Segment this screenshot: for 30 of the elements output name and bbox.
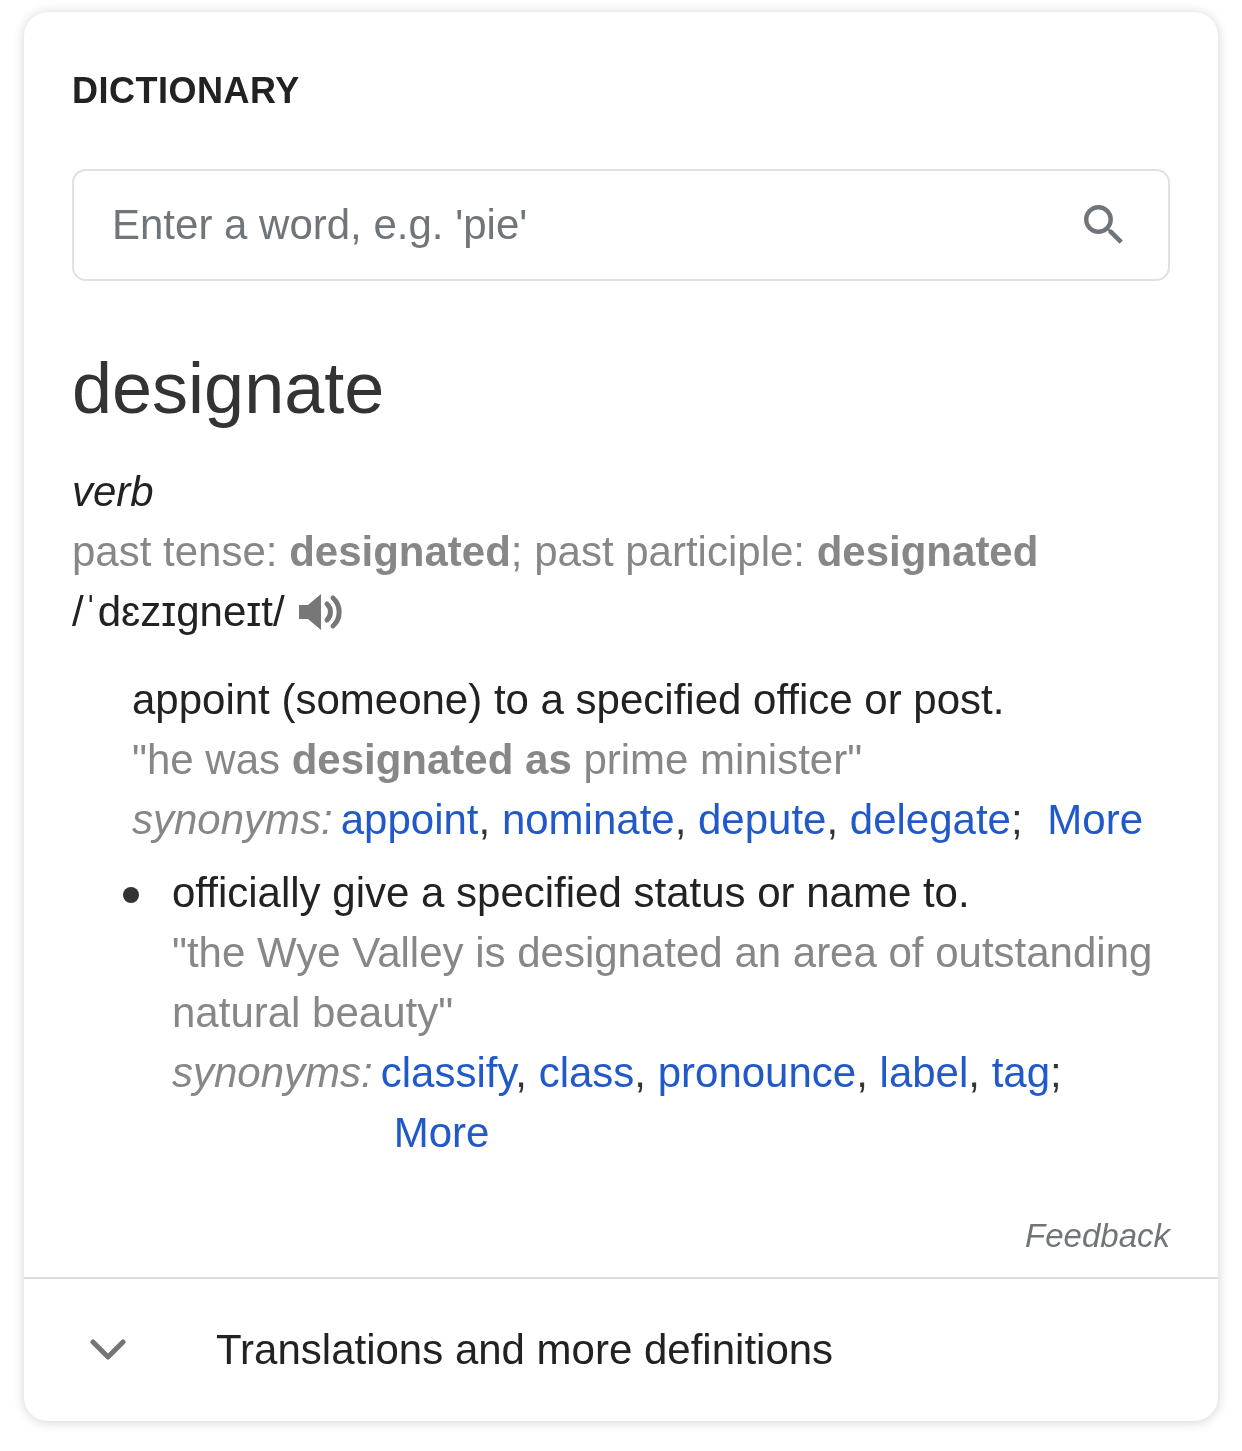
synonym-link[interactable]: nominate bbox=[501, 796, 675, 843]
synonym-link[interactable]: delegate bbox=[849, 796, 1011, 843]
synonym-link[interactable]: label bbox=[879, 1049, 969, 1096]
synonym-link[interactable]: depute bbox=[698, 796, 827, 843]
synonyms-label: synonyms: bbox=[132, 795, 333, 845]
definition-text: appoint (someone) to a specified office or post. bbox=[132, 675, 1006, 725]
example-sentence: "the Wye Valley is designated an area of outstanding natural beauty" bbox=[172, 928, 1154, 1038]
more-link[interactable]: More bbox=[393, 1103, 490, 1163]
pronunciation-text: /ˈdɛzɪɡneɪt/ bbox=[72, 587, 285, 637]
synonym-link[interactable]: classify bbox=[380, 1049, 516, 1096]
synonyms-list: appoint, nominate, depute, delegate; More bbox=[340, 790, 1170, 850]
bullet-icon bbox=[123, 887, 139, 903]
synonyms-list: classify, class, pronounce, label, tag; More bbox=[380, 1043, 1170, 1163]
more-link[interactable]: More bbox=[1047, 790, 1143, 850]
search-field[interactable]: Enter a word, e.g. 'pie' bbox=[72, 169, 1170, 281]
speaker-icon[interactable] bbox=[298, 593, 343, 631]
headword: designate bbox=[72, 347, 385, 430]
synonym-link[interactable]: appoint bbox=[340, 796, 479, 843]
synonym-link[interactable]: class bbox=[538, 1049, 635, 1096]
synonym-link[interactable]: pronounce bbox=[657, 1049, 857, 1096]
synonyms-label: synonyms: bbox=[172, 1048, 373, 1098]
example-sentence: "he was designated as prime minister" bbox=[132, 735, 864, 785]
part-of-speech: verb bbox=[72, 467, 154, 517]
verb-forms: past tense: designated; past participle: designated bbox=[72, 527, 1039, 577]
synonym-link[interactable]: tag bbox=[991, 1049, 1051, 1096]
expander-button[interactable]: Translations and more definitions bbox=[24, 1279, 1218, 1421]
definition-text: officially give a specified status or name to. bbox=[172, 868, 971, 918]
search-icon[interactable] bbox=[1084, 205, 1124, 245]
section-title: DICTIONARY bbox=[72, 69, 300, 113]
feedback-link[interactable]: Feedback bbox=[1025, 1214, 1170, 1258]
